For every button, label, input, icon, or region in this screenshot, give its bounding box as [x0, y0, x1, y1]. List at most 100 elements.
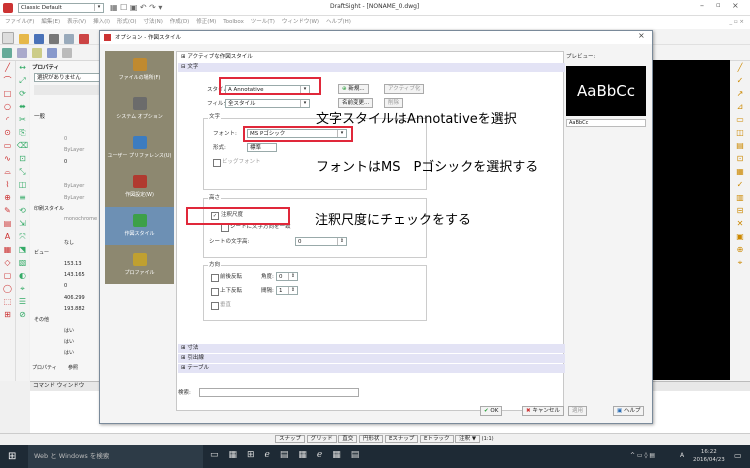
ime-indicator[interactable]: A [680, 452, 684, 459]
upside-down-checkbox[interactable] [211, 288, 219, 296]
spacing-input[interactable]: 1 ⇕ [276, 286, 298, 295]
apply-button[interactable]: 適用 [568, 406, 588, 416]
properties-toolbar[interactable] [34, 85, 100, 95]
minimize-button[interactable]: – [700, 1, 704, 10]
clock[interactable]: 16:22 2016/04/23 [693, 448, 725, 464]
menu-help[interactable]: ヘルプ(H) [326, 16, 351, 29]
match-orientation-checkbox[interactable] [221, 224, 229, 232]
print-style-section[interactable]: 印刷スタイル [34, 205, 64, 212]
annotation-select[interactable]: 注釈 ▼ [455, 435, 481, 443]
filter-select[interactable]: 全スタイル ▾ [225, 99, 310, 108]
search-input[interactable] [199, 388, 359, 397]
layer-icon[interactable] [2, 48, 12, 58]
workspace-value: Classic Default [21, 5, 62, 11]
ortho-toggle[interactable]: 直交 [338, 435, 358, 443]
options-content: ⊞ アクティブな作図スタイル ⊟ 文字 スタイル: A Annotative ▾ … [176, 51, 565, 411]
nav-drafting-styles-label: 作図スタイル [124, 231, 155, 237]
app-logo-icon [3, 3, 13, 13]
tab-reference[interactable]: 参照 [68, 364, 78, 371]
menu-tools[interactable]: ツール(T) [251, 16, 275, 29]
taskbar-search[interactable]: Web と Windows を検索 [28, 445, 203, 468]
nav-file-locations[interactable]: ファイルの場所(F) [105, 51, 174, 89]
view-center-x: 153.13 [64, 261, 82, 267]
other-section[interactable]: その他 [34, 316, 49, 323]
rename-style-button[interactable]: 名前変更... [338, 98, 374, 108]
quick-access-toolbar[interactable]: ▦ ☐ ▣ ↶ ↷ ▾ [110, 3, 190, 13]
layer-state-icon[interactable] [16, 48, 27, 58]
new-file-icon[interactable] [2, 32, 14, 44]
tab-properties[interactable]: プロパティ [32, 364, 57, 371]
open-folder-icon[interactable] [18, 34, 29, 44]
new-style-button[interactable]: ⊕ 新規... [338, 84, 369, 94]
selection-select[interactable]: 選択がありません [34, 73, 100, 82]
polar-toggle[interactable]: 円形状 [358, 435, 384, 443]
nav-drafting-styles[interactable]: 作図スタイル [105, 207, 174, 245]
layer-iso-icon[interactable] [61, 48, 72, 58]
angle-input[interactable]: 0 ⇕ [276, 272, 298, 281]
nav-profiles[interactable]: プロファイル [105, 246, 174, 284]
format-select[interactable]: 標準 [247, 143, 277, 152]
view-section[interactable]: ビュー [34, 249, 49, 256]
cut-icon[interactable] [78, 34, 89, 44]
cancel-button[interactable]: ✖ キャンセル [522, 406, 564, 416]
menu-view[interactable]: 表示(V) [67, 16, 86, 29]
section-active-style[interactable]: ⊞ アクティブな作図スタイル [178, 53, 565, 62]
menu-dimension[interactable]: 寸法(N) [143, 16, 162, 29]
right-tool-icons[interactable]: ╱ ✓ ↗ ⊿ ▭ ◫ ▤ ⊡ ▦ ✓ ▥ ⊟ ✕ ▣ ⊕ ⌖ [730, 61, 750, 269]
menu-window[interactable]: ウィンドウ(W) [282, 16, 319, 29]
annotation-font: フォントはMS Pゴシックを選択する [316, 160, 539, 175]
menu-draw[interactable]: 作成(D) [170, 16, 190, 29]
nav-system-options[interactable]: システム オプション [105, 90, 174, 128]
layer-prev-icon[interactable] [31, 48, 42, 58]
vertical-checkbox[interactable] [211, 302, 219, 310]
layer-match-icon[interactable] [46, 48, 57, 58]
start-button[interactable]: ⊞ [8, 451, 19, 462]
dialog-titlebar: オプション - 作図スタイル × [100, 31, 652, 44]
section-table[interactable]: ⊞ テーブル [178, 364, 565, 373]
save-icon[interactable] [33, 34, 44, 44]
menu-insert[interactable]: 挿入(I) [93, 16, 110, 29]
modify-tool-icons[interactable]: ↔ ⤢ ⟳ ⬌ ✂ ⎘ ⌫ ⊡ ⤡ ◫ ≡ ⟲ ⇲ ⤧ ⬔ ▧ ◐ ⌖ ☰ ⊘ [16, 61, 29, 321]
delete-style-button[interactable]: 削除 [384, 98, 404, 108]
help-button[interactable]: ▣ ヘルプ [613, 406, 645, 416]
angle-label: 角度: [261, 274, 274, 280]
section-dimension[interactable]: ⊞ 寸法 [178, 344, 565, 353]
nav-drafting-settings[interactable]: 作図設定(W) [105, 168, 174, 206]
backward-checkbox[interactable] [211, 274, 219, 282]
other-yes-1: はい [64, 328, 75, 334]
maximize-button[interactable]: ▫ [716, 1, 721, 9]
general-section[interactable]: 一般 [34, 112, 45, 120]
draw-tool-icons[interactable]: ╱ ⌒ □ ○ ◜ ⊙ ▭ ∿ ⌓ ⌇ ⊕ ✎ ▤ A ▦ ◇ ▢ ◯ ⬚ ⊞ [0, 61, 15, 321]
menu-edit[interactable]: 編集(E) [41, 16, 60, 29]
preview-icon[interactable] [63, 34, 74, 44]
activate-style-button[interactable]: アクティブ化 [384, 84, 425, 94]
etrack-toggle[interactable]: Eトラック [420, 435, 454, 443]
section-leader[interactable]: ⊞ 引出線 [178, 354, 565, 363]
section-dimension-label: 寸法 [187, 345, 199, 351]
bigfont-checkbox[interactable] [213, 159, 221, 167]
nav-profiles-label: プロファイル [124, 270, 155, 276]
view-center-y: 143.165 [64, 272, 85, 278]
sheet-height-input[interactable]: 0 ⇕ [295, 237, 347, 246]
esnap-toggle[interactable]: Eスナップ [384, 435, 419, 443]
ok-button[interactable]: ✔ OK [480, 406, 503, 416]
nav-file-locations-label: ファイルの場所(F) [118, 75, 161, 81]
menu-toolbox[interactable]: Toolbox [223, 16, 244, 29]
rename-style-label: 名前変更... [342, 100, 370, 106]
workspace-select[interactable]: Classic Default ▾ [18, 3, 104, 13]
preview-text-input[interactable]: AaBbCc [566, 119, 646, 127]
tray-icons[interactable]: ^ ▭ ◊ ▤ [630, 452, 655, 459]
section-text[interactable]: ⊟ 文字 [178, 63, 565, 72]
dialog-close-button[interactable]: × [638, 31, 645, 40]
menu-file[interactable]: ファイル(F) [5, 16, 34, 29]
taskbar-app-icons[interactable]: ▭▦⊞ℯ▤▦ℯ▦▤ [210, 450, 369, 460]
print-icon[interactable] [48, 34, 59, 44]
snap-toggle[interactable]: スナップ [275, 435, 306, 443]
notification-icon[interactable]: ▭ [734, 451, 742, 460]
nav-user-preferences[interactable]: ユーザー プリファレンス(U) [105, 129, 174, 167]
doc-window-controls[interactable]: _ ▫ × [729, 16, 744, 29]
grid-toggle[interactable]: グリッド [306, 435, 337, 443]
menu-format[interactable]: 形式(O) [117, 16, 137, 29]
close-button[interactable]: × [732, 1, 739, 10]
menu-modify[interactable]: 修正(M) [196, 16, 216, 29]
